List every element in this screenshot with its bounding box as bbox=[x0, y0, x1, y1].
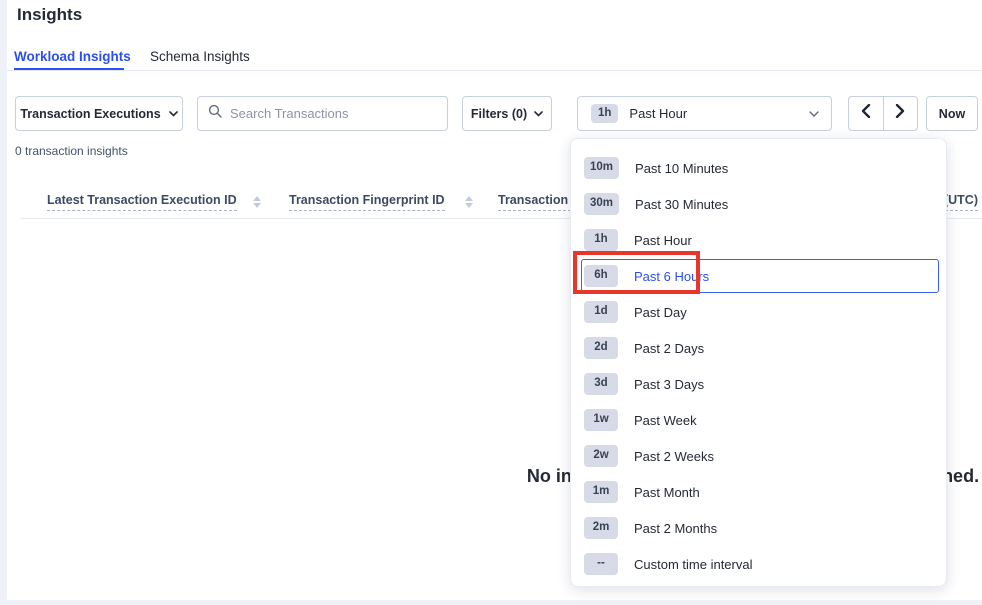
time-option-past-hour[interactable]: 1h Past Hour bbox=[571, 222, 946, 258]
time-option-past-3-days[interactable]: 3d Past 3 Days bbox=[571, 366, 946, 402]
chevron-down-icon bbox=[169, 111, 178, 117]
time-badge: 2m bbox=[584, 517, 618, 539]
time-pager bbox=[848, 96, 918, 131]
time-badge: 1h bbox=[584, 229, 618, 251]
time-badge: 30m bbox=[584, 193, 619, 215]
search-icon bbox=[208, 104, 222, 123]
page-title: Insights bbox=[17, 5, 82, 25]
time-badge: 2d bbox=[584, 337, 618, 359]
time-option-past-6-hours[interactable]: 6h Past 6 Hours bbox=[571, 258, 946, 294]
time-badge: 3d bbox=[584, 373, 618, 395]
now-label: Now bbox=[939, 107, 965, 121]
chevron-down-icon bbox=[809, 111, 818, 117]
time-interval-label: Past Hour bbox=[629, 106, 687, 121]
time-badge: 10m bbox=[584, 157, 619, 179]
time-badge: 6h bbox=[584, 265, 618, 287]
time-option-past-30-minutes[interactable]: 30m Past 30 Minutes bbox=[571, 186, 946, 222]
chevron-left-icon bbox=[861, 104, 871, 123]
time-option-past-month[interactable]: 1m Past Month bbox=[571, 474, 946, 510]
now-button[interactable]: Now bbox=[926, 96, 978, 131]
filters-label: Filters (0) bbox=[471, 107, 527, 121]
time-option-past-2-days[interactable]: 2d Past 2 Days bbox=[571, 330, 946, 366]
insights-page: Insights Workload Insights Schema Insigh… bbox=[0, 0, 982, 605]
chevron-down-icon bbox=[534, 111, 543, 117]
insights-count-summary: 0 transaction insights bbox=[15, 144, 128, 158]
time-badge: 1d bbox=[584, 301, 618, 323]
previous-interval-button[interactable] bbox=[849, 97, 884, 130]
search-input[interactable] bbox=[230, 106, 437, 121]
filters-button[interactable]: Filters (0) bbox=[462, 96, 552, 131]
execution-type-dropdown[interactable]: Transaction Executions bbox=[15, 96, 183, 131]
time-interval-badge: 1h bbox=[591, 104, 618, 124]
time-option-past-2-weeks[interactable]: 2w Past 2 Weeks bbox=[571, 438, 946, 474]
time-option-past-day[interactable]: 1d Past Day bbox=[571, 294, 946, 330]
tab-workload-insights[interactable]: Workload Insights bbox=[14, 49, 131, 64]
time-interval-trigger[interactable]: 1h Past Hour bbox=[577, 96, 832, 131]
time-badge: 2w bbox=[584, 445, 618, 467]
column-header-latest-transaction-execution-id[interactable]: Latest Transaction Execution ID bbox=[47, 193, 237, 211]
search-transactions-box[interactable] bbox=[197, 96, 448, 131]
sort-icon[interactable] bbox=[465, 196, 473, 208]
time-badge: 1w bbox=[584, 409, 618, 431]
time-option-past-10-minutes[interactable]: 10m Past 10 Minutes bbox=[571, 150, 946, 186]
tabs-divider bbox=[7, 70, 982, 71]
column-header-transaction-fingerprint-id[interactable]: Transaction Fingerprint ID bbox=[289, 193, 445, 211]
time-interval-dropdown: 10m Past 10 Minutes 30m Past 30 Minutes … bbox=[570, 138, 947, 587]
time-option-past-2-months[interactable]: 2m Past 2 Months bbox=[571, 510, 946, 546]
time-badge: -- bbox=[584, 553, 618, 575]
next-interval-button[interactable] bbox=[884, 97, 918, 130]
execution-type-label: Transaction Executions bbox=[20, 107, 160, 121]
time-option-past-week[interactable]: 1w Past Week bbox=[571, 402, 946, 438]
time-badge: 1m bbox=[584, 481, 618, 503]
time-option-custom-time-interval[interactable]: -- Custom time interval bbox=[571, 546, 946, 582]
tab-schema-insights[interactable]: Schema Insights bbox=[150, 49, 250, 64]
chevron-right-icon bbox=[895, 104, 905, 123]
sort-icon[interactable] bbox=[253, 196, 261, 208]
